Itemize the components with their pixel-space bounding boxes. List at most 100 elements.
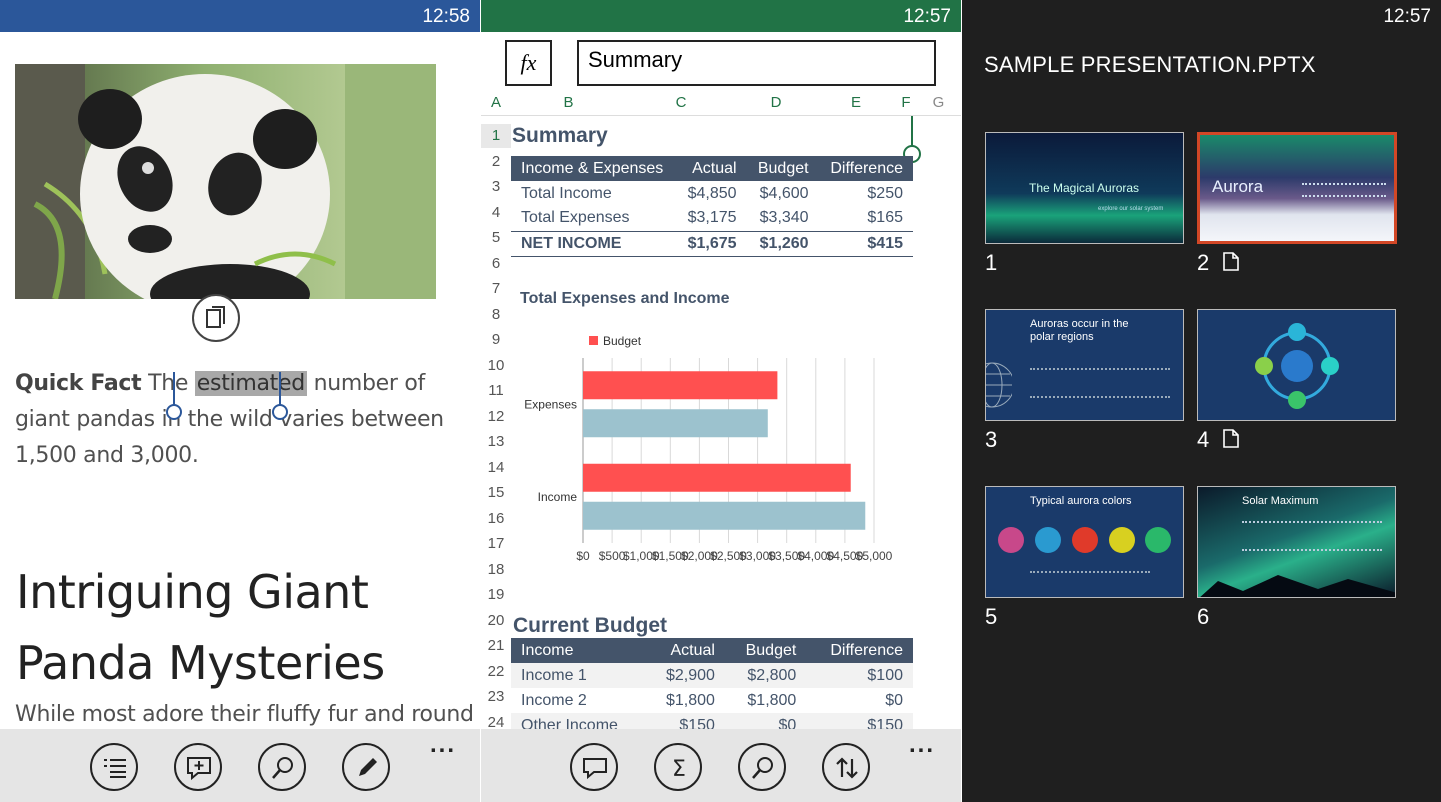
- excel-more-button[interactable]: ...: [909, 731, 935, 759]
- cell[interactable]: NET INCOME: [511, 230, 677, 257]
- row-header-9[interactable]: 9: [481, 328, 511, 352]
- legend-swatch: [589, 336, 598, 345]
- find-button[interactable]: [258, 743, 306, 791]
- cell[interactable]: Income 2: [511, 688, 646, 713]
- slide-6-text-lines: [1242, 521, 1382, 551]
- table-row[interactable]: NET INCOME $1,675 $1,260 $415: [511, 230, 913, 257]
- copy-icon[interactable]: [192, 294, 240, 342]
- sort-button[interactable]: [822, 743, 870, 791]
- cell[interactable]: $3,340: [747, 206, 819, 231]
- row-header-13[interactable]: 13: [481, 430, 511, 454]
- bar[interactable]: [583, 409, 768, 438]
- word-more-button[interactable]: ...: [430, 731, 456, 759]
- cell[interactable]: $0: [806, 688, 913, 713]
- row-header-14[interactable]: 14: [481, 456, 511, 480]
- row-header-19[interactable]: 19: [481, 583, 511, 607]
- comments-button[interactable]: [570, 743, 618, 791]
- panda-image[interactable]: [15, 64, 436, 299]
- row-header-6[interactable]: 6: [481, 252, 511, 276]
- cell[interactable]: $415: [818, 230, 913, 257]
- slide-thumbnail-3[interactable]: Auroras occur in the polar regions: [985, 309, 1184, 421]
- row-header-20[interactable]: 20: [481, 609, 511, 633]
- row-header-18[interactable]: 18: [481, 558, 511, 582]
- excel-find-button[interactable]: [738, 743, 786, 791]
- cell[interactable]: Total Expenses: [511, 206, 676, 231]
- row-header-12[interactable]: 12: [481, 405, 511, 429]
- cell[interactable]: Total Income: [511, 181, 676, 206]
- cell[interactable]: $250: [819, 181, 913, 206]
- column-header-g[interactable]: G: [916, 92, 961, 116]
- color-swatches: [998, 527, 1171, 553]
- selection-end-handle[interactable]: [272, 404, 288, 420]
- slide-number-3: 3: [985, 427, 997, 453]
- selection-start-handle[interactable]: [166, 404, 182, 420]
- cell[interactable]: $1,800: [646, 688, 725, 713]
- column-header-f[interactable]: F: [896, 92, 916, 116]
- column-header-e[interactable]: E: [816, 92, 896, 116]
- slide-thumbnail-5[interactable]: Typical aurora colors: [985, 486, 1184, 598]
- row-header-15[interactable]: 15: [481, 481, 511, 505]
- search-icon: [752, 757, 773, 779]
- cell[interactable]: $2,900: [646, 663, 725, 688]
- cell[interactable]: $2,800: [725, 663, 806, 688]
- table-row[interactable]: Income 1 $2,900 $2,800 $100: [511, 663, 913, 688]
- cell[interactable]: $4,600: [747, 181, 819, 206]
- cell[interactable]: $100: [806, 663, 913, 688]
- word-document[interactable]: Quick Fact The estimated number of giant…: [0, 32, 480, 729]
- budget-title[interactable]: Current Budget: [513, 614, 667, 638]
- comment-button[interactable]: [174, 743, 222, 791]
- summary-table[interactable]: Income & Expenses Actual Budget Differen…: [511, 156, 913, 257]
- bar[interactable]: [583, 463, 851, 492]
- table-row[interactable]: Total Expenses $3,175 $3,340 $165: [511, 206, 913, 231]
- row-header-7[interactable]: 7: [481, 277, 511, 301]
- category-label: Expenses: [524, 397, 577, 411]
- row-header-5[interactable]: 5: [481, 226, 511, 250]
- row-header-23[interactable]: 23: [481, 685, 511, 709]
- search-icon: [272, 757, 293, 779]
- table-row[interactable]: Income 2 $1,800 $1,800 $0: [511, 688, 913, 713]
- quick-fact-paragraph[interactable]: Quick Fact The estimated number of giant…: [15, 366, 465, 474]
- cell[interactable]: $1,675: [676, 230, 747, 257]
- row-header-4[interactable]: 4: [481, 201, 511, 225]
- slide-1-title: The Magical Auroras: [1029, 181, 1140, 195]
- bar[interactable]: [583, 371, 778, 400]
- budget-table[interactable]: Income Actual Budget Difference Income 1…: [511, 638, 913, 738]
- notes-icon: [1223, 252, 1240, 271]
- formula-bar[interactable]: Summary: [577, 40, 936, 86]
- outline-button[interactable]: [90, 743, 138, 791]
- row-header-16[interactable]: 16: [481, 507, 511, 531]
- word-status-bar: 12:58: [0, 0, 480, 32]
- autosum-button[interactable]: Σ: [654, 743, 702, 791]
- summary-title[interactable]: Summary: [512, 124, 608, 148]
- column-header-a[interactable]: A: [481, 92, 511, 116]
- row-header-1[interactable]: 1: [481, 124, 511, 148]
- row-header-22[interactable]: 22: [481, 660, 511, 684]
- row-header-21[interactable]: 21: [481, 634, 511, 658]
- row-header-8[interactable]: 8: [481, 303, 511, 327]
- row-header-17[interactable]: 17: [481, 532, 511, 556]
- slide-thumbnail-4[interactable]: [1197, 309, 1396, 421]
- cell[interactable]: $1,800: [725, 688, 806, 713]
- selected-text[interactable]: estimated: [194, 371, 307, 396]
- expenses-income-chart[interactable]: $0 $500$1,000$1,500$2,000$2,500$3,000$3,5…: [511, 318, 951, 588]
- fx-button[interactable]: fx: [505, 40, 552, 86]
- edit-button[interactable]: [342, 743, 390, 791]
- cell[interactable]: $3,175: [676, 206, 746, 231]
- x-tick-label: $500: [599, 549, 626, 563]
- row-header-11[interactable]: 11: [481, 379, 511, 403]
- row-header-2[interactable]: 2: [481, 150, 511, 174]
- row-header-10[interactable]: 10: [481, 354, 511, 378]
- slide-thumbnail-2[interactable]: Aurora: [1197, 132, 1397, 244]
- cell[interactable]: Income 1: [511, 663, 646, 688]
- row-header-3[interactable]: 3: [481, 175, 511, 199]
- column-header-d[interactable]: D: [736, 92, 816, 116]
- cell[interactable]: $165: [819, 206, 913, 231]
- cell[interactable]: $4,850: [676, 181, 746, 206]
- column-header-b[interactable]: B: [511, 92, 626, 116]
- cell[interactable]: $1,260: [746, 230, 819, 257]
- slide-thumbnail-1[interactable]: The Magical Auroras explore our solar sy…: [985, 132, 1184, 244]
- bar[interactable]: [583, 501, 866, 530]
- table-row[interactable]: Total Income $4,850 $4,600 $250: [511, 181, 913, 206]
- column-header-c[interactable]: C: [626, 92, 736, 116]
- slide-thumbnail-6[interactable]: Solar Maximum: [1197, 486, 1396, 598]
